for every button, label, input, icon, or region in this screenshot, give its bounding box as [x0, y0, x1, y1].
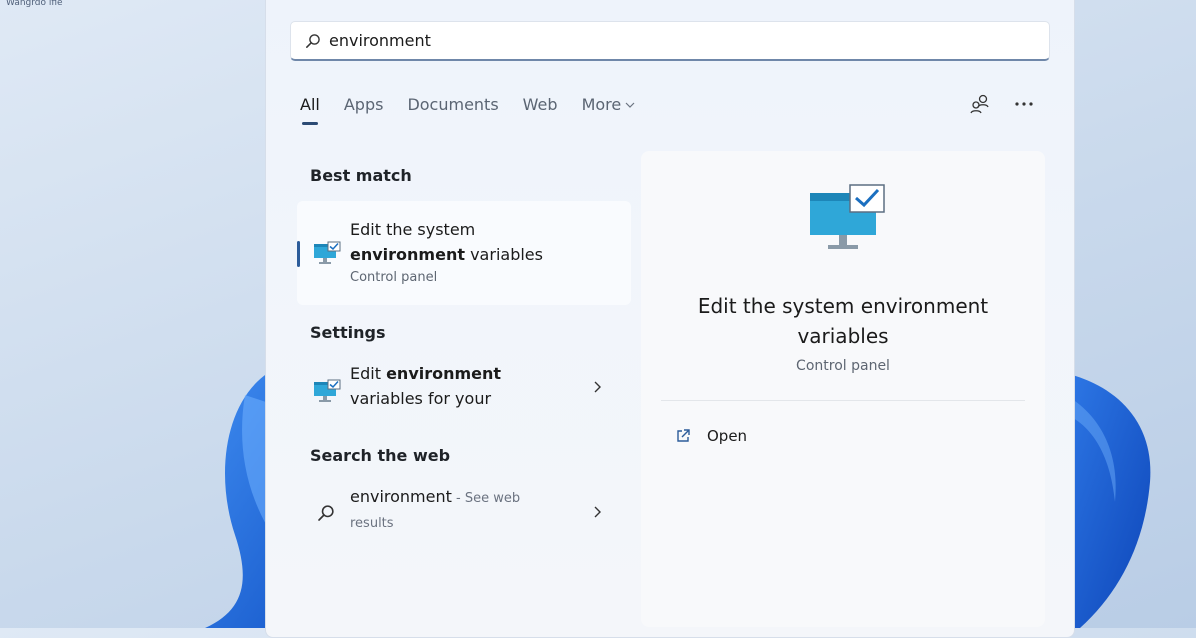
chevron-right-icon	[594, 381, 601, 393]
tab-apps-label: Apps	[343, 95, 384, 114]
search-web-heading: Search the web	[310, 446, 451, 465]
search-input[interactable]	[329, 31, 989, 50]
wallpaper-bloom-right	[1060, 372, 1151, 628]
best-match-title-line2: environment variables	[350, 242, 543, 267]
detail-subtitle: Control panel	[796, 358, 890, 374]
monitor-checkmark-icon	[810, 184, 885, 249]
search-panel: All Apps Documents Web More	[265, 0, 1075, 638]
search-icon	[318, 505, 334, 521]
more-options-icon	[1015, 102, 1033, 106]
search-box[interactable]	[290, 21, 1050, 61]
search-toolbar	[968, 92, 1036, 116]
web-result-suffix: - See web	[451, 491, 521, 506]
web-result-query: environment	[350, 487, 452, 506]
best-match-title-line1: Edit the system	[350, 220, 476, 239]
tab-web-label: Web	[522, 95, 558, 114]
tab-all[interactable]: All	[300, 95, 320, 125]
tab-all-label: All	[300, 95, 320, 114]
more-options-button[interactable]	[1012, 92, 1036, 116]
search-icon	[306, 33, 320, 48]
best-match-result[interactable]: Edit the system environment variables Co…	[297, 201, 631, 305]
tab-more[interactable]: More	[582, 95, 636, 120]
settings-result-text: Edit environment variables for your	[350, 361, 501, 411]
best-match-title-suffix: variables	[465, 245, 543, 264]
tab-apps[interactable]: Apps	[344, 95, 384, 120]
settings-result-prefix: Edit	[350, 364, 387, 383]
web-result[interactable]: environment - See web results	[297, 484, 631, 544]
tab-more-label: More	[581, 95, 622, 114]
detail-title: Edit the system environment variables	[641, 291, 1045, 351]
open-external-icon	[677, 429, 690, 442]
settings-heading: Settings	[310, 323, 386, 342]
settings-result-line2: variables for your	[350, 389, 492, 408]
chevron-down-icon	[625, 102, 635, 108]
monitor-checkmark-icon	[314, 379, 341, 402]
web-result-line1: environment - See web	[350, 484, 520, 511]
search-tabs: All Apps Documents Web More	[300, 95, 636, 125]
active-tab-indicator	[301, 122, 318, 125]
account-switch-icon	[970, 94, 989, 114]
detail-title-line1: Edit the system environment	[697, 294, 989, 318]
settings-result-highlight: environment	[386, 364, 502, 383]
detail-title-line2: variables	[797, 324, 889, 348]
best-match-title-highlight: environment	[350, 245, 465, 264]
settings-result-line1: Edit environment	[350, 361, 501, 386]
result-detail-pane: Edit the system environment variables Co…	[641, 151, 1045, 627]
desktop-file-label[interactable]: Wangrdo lfie	[6, 0, 63, 8]
open-action-label: Open	[707, 427, 748, 445]
settings-result[interactable]: Edit environment variables for your	[297, 359, 631, 419]
tab-documents-label: Documents	[407, 95, 499, 114]
tab-documents[interactable]: Documents	[407, 95, 498, 120]
best-match-subtitle: Control panel	[350, 270, 438, 285]
open-action[interactable]: Open	[675, 427, 747, 445]
monitor-checkmark-icon	[314, 241, 341, 264]
chevron-right-icon	[594, 506, 601, 518]
best-match-heading: Best match	[310, 166, 412, 185]
web-result-line2: results	[350, 516, 394, 531]
web-result-text: environment - See web results	[350, 484, 520, 536]
detail-divider	[661, 400, 1025, 401]
selection-indicator	[297, 241, 300, 267]
account-switch-button[interactable]	[968, 92, 992, 116]
tab-web[interactable]: Web	[523, 95, 558, 120]
best-match-title: Edit the system environment variables	[350, 217, 543, 267]
